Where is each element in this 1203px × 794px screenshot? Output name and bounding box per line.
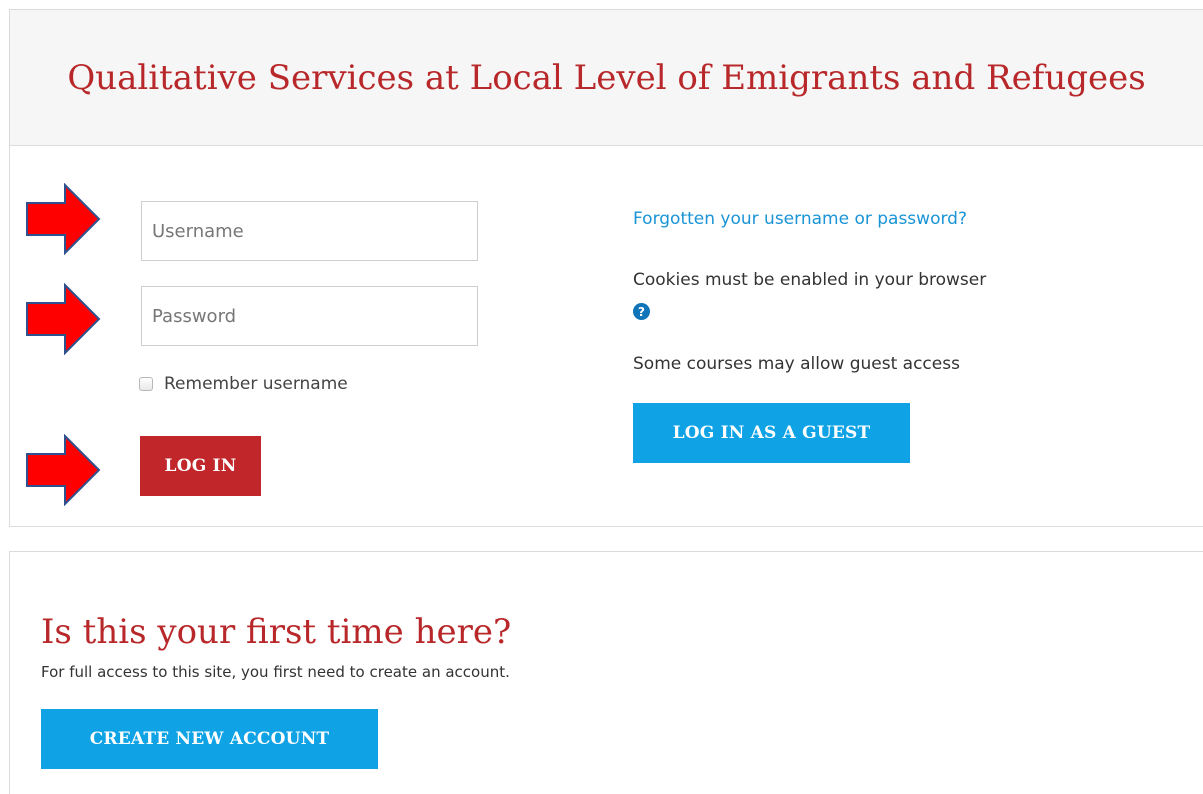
password-input[interactable] [141, 286, 478, 346]
guest-access-notice: Some courses may allow guest access [633, 354, 960, 374]
signup-description: For full access to this site, you first … [41, 663, 510, 681]
login-as-guest-button[interactable]: LOG IN AS A GUEST [633, 403, 910, 463]
forgot-password-link[interactable]: Forgotten your username or password? [633, 209, 967, 229]
question-circle-icon[interactable]: ? [633, 303, 650, 320]
username-input[interactable] [141, 201, 478, 261]
remember-username-label[interactable]: Remember username [164, 374, 348, 394]
red-arrow-icon-username [26, 183, 101, 255]
remember-username-checkbox[interactable] [139, 377, 153, 391]
login-button[interactable]: LOG IN [140, 436, 261, 496]
red-arrow-icon-password [26, 283, 101, 355]
remember-username-row: Remember username [139, 374, 348, 394]
create-new-account-button[interactable]: CREATE NEW ACCOUNT [41, 709, 378, 769]
signup-heading: Is this your first time here? [41, 612, 512, 652]
login-header: Qualitative Services at Local Level of E… [10, 10, 1203, 146]
red-arrow-icon-login [26, 434, 101, 506]
page-title: Qualitative Services at Local Level of E… [67, 57, 1146, 98]
cookies-notice: Cookies must be enabled in your browser [633, 270, 987, 290]
